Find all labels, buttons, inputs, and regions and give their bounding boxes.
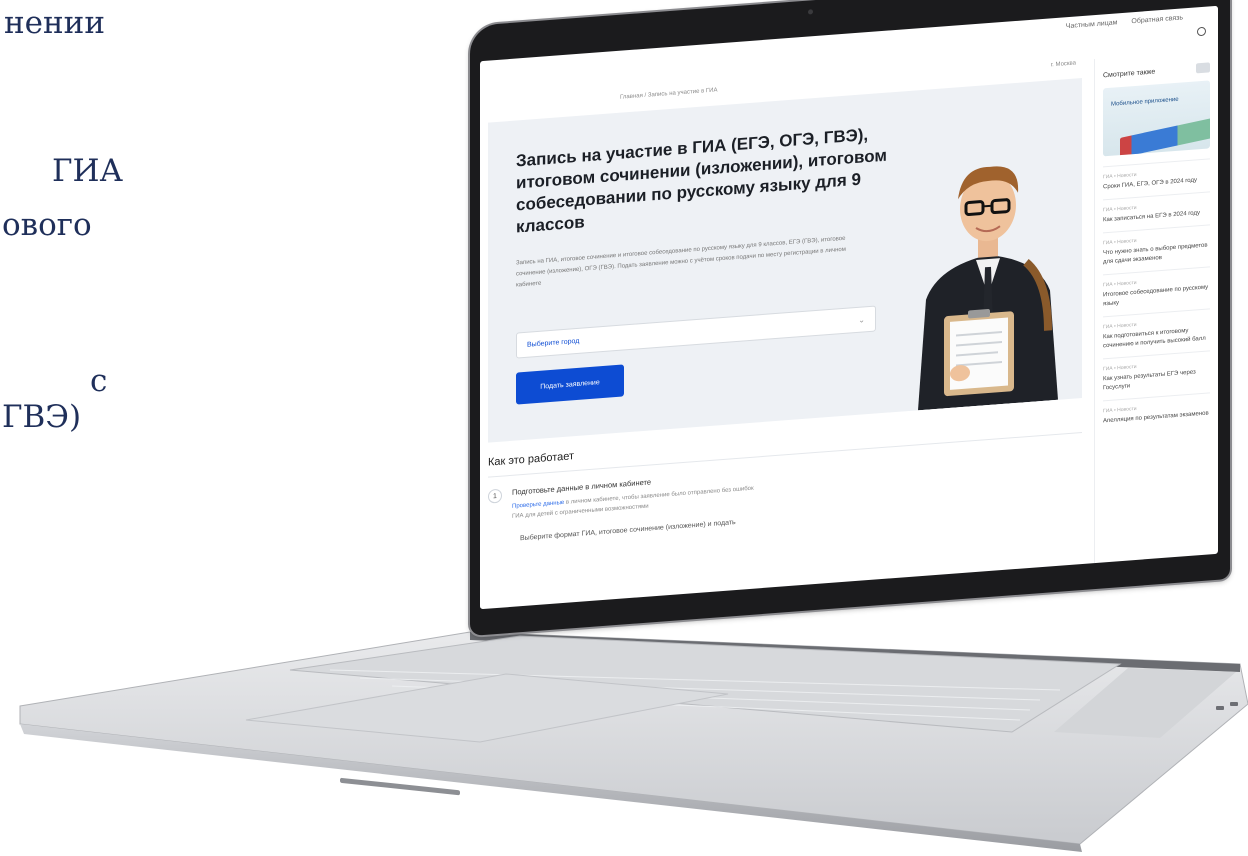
location-link[interactable]: г. Москва	[1051, 60, 1076, 80]
promo-card-image	[1120, 117, 1210, 157]
laptop-screen: Частным лицам Обратная связь Главная / З…	[480, 5, 1218, 610]
laptop-lid: Частным лицам Обратная связь Главная / З…	[470, 0, 1230, 637]
sidebar: Смотрите также Мобильное приложение ГИА …	[1094, 49, 1218, 564]
news-title: Итоговое собеседование по русскому языку	[1103, 284, 1209, 308]
camera-icon	[808, 9, 813, 15]
news-item[interactable]: ГИА • Новости Апелляция по результатам э…	[1103, 392, 1210, 434]
laptop-base	[19, 631, 1248, 852]
student-illustration	[918, 166, 1058, 411]
news-title: Как подготовиться к итоговому сочинению …	[1103, 327, 1206, 350]
page-title: Запись на участие в ГИА (ЕГЭ, ОГЭ, ГВЭ),…	[516, 125, 887, 237]
topbar-link[interactable]: Частным лицам	[1066, 19, 1118, 30]
submit-application-button[interactable]: Подать заявление	[516, 364, 624, 405]
chevron-down-icon: ⌄	[858, 314, 865, 325]
step-number: 1	[488, 488, 502, 504]
check-data-link[interactable]: Проверьте данные	[512, 500, 564, 510]
hero-banner: Запись на участие в ГИА (ЕГЭ, ОГЭ, ГВЭ),…	[488, 77, 1082, 443]
sidebar-toggle-button[interactable]	[1196, 62, 1210, 74]
sidebar-title: Смотрите также	[1103, 67, 1156, 79]
promo-text: Мобильное приложение	[1111, 96, 1179, 108]
news-title: Как узнать результаты ЕГЭ через Госуслуг…	[1103, 369, 1196, 392]
promo-banner[interactable]: Мобильное приложение	[1103, 80, 1210, 157]
laptop: Частным лицам Обратная связь Главная / З…	[0, 0, 1248, 856]
news-list: ГИА • Новости Сроки ГИА, ЕГЭ, ОГЭ в 2024…	[1103, 158, 1210, 434]
main-content: Главная / Запись на участие в ГИА г. Мос…	[480, 59, 1090, 609]
city-select[interactable]: Выберите город ⌄	[516, 305, 876, 359]
sidebar-header: Смотрите также	[1103, 62, 1210, 80]
search-icon[interactable]	[1197, 26, 1206, 37]
news-title: Что нужно знать о выборе предметов для с…	[1103, 242, 1208, 266]
hero-description: Запись на ГИА, итоговое сочинение и итог…	[516, 235, 846, 289]
topbar-link[interactable]: Обратная связь	[1131, 14, 1183, 25]
city-select-placeholder: Выберите город	[527, 337, 580, 349]
